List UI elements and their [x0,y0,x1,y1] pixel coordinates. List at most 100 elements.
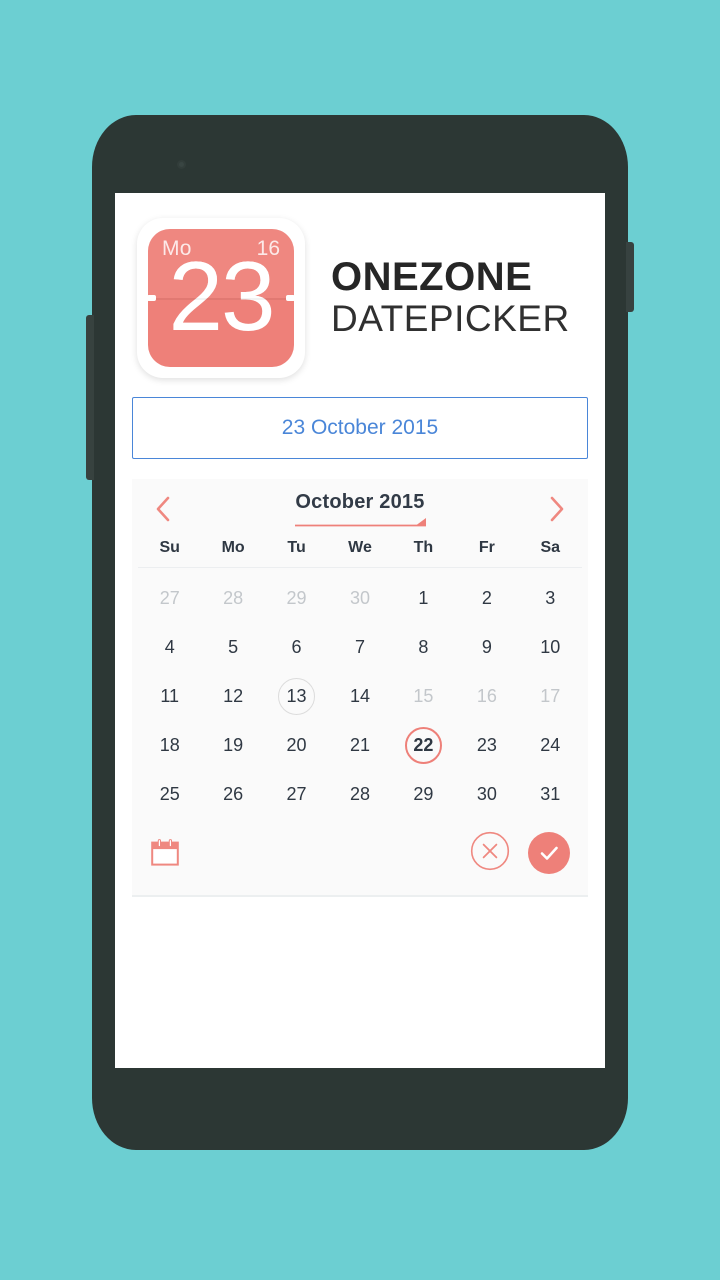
brand-subtitle: DATEPICKER [331,298,570,340]
day-cell[interactable]: 29 [392,770,455,819]
date-field-container: 23 October 2015 [115,385,605,459]
day-cell[interactable]: 24 [519,721,582,770]
day-cell[interactable]: 11 [138,672,201,721]
day-label: 31 [540,784,561,804]
weekday-label: Su [159,539,180,556]
day-label: 7 [354,637,365,657]
day-cell[interactable]: 31 [519,770,582,819]
day-cell[interactable]: 13 [265,672,328,721]
day-label: 23 [476,735,497,755]
day-cell[interactable]: 8 [392,623,455,672]
day-cell[interactable]: 30 [455,770,518,819]
weekday-header: Su Mo Tu We Th Fr Sa [132,539,588,567]
day-label: 16 [476,686,497,706]
day-cell[interactable]: 23 [455,721,518,770]
month-title: October 2015 [295,490,425,513]
day-label: 11 [160,686,180,706]
front-camera-icon [177,160,186,169]
day-label: 1 [418,588,429,608]
day-label: 30 [349,588,370,608]
date-input[interactable]: 23 October 2015 [132,397,588,459]
day-cell[interactable]: 14 [328,672,391,721]
day-cell[interactable]: 2 [455,574,518,623]
day-label: 15 [413,686,434,706]
day-cell[interactable]: 21 [328,721,391,770]
month-title-button[interactable]: October 2015 [182,491,538,528]
phone-frame: Mo 16 23 23 ONEZONE DATEPICKER 23 Octobe… [86,115,634,1150]
day-cell[interactable]: 12 [201,672,264,721]
app-icon: Mo 16 23 23 [148,229,294,367]
chevron-right-icon [550,496,564,522]
day-cell[interactable]: 26 [201,770,264,819]
day-label: 21 [349,735,370,755]
day-cell[interactable]: 25 [138,770,201,819]
day-label: 27 [159,588,180,608]
day-label: 22 [404,727,442,764]
day-cell[interactable]: 10 [519,623,582,672]
chevron-left-icon [156,496,170,522]
weekday-label: Sa [540,539,561,556]
calendar-actions [132,823,588,889]
day-label: 6 [291,637,302,657]
check-circle-icon [540,846,558,860]
calendar-mode-button[interactable] [150,838,180,868]
brand-name: ONEZONE [331,255,533,300]
power-button[interactable] [626,242,634,312]
calendar-panel: October 2015 Su Mo Tu We Th Fr Sa 27 28 … [132,479,588,897]
weekday-label: Fr [478,539,495,556]
day-label: 2 [481,588,492,608]
weekday-label: Mo [221,539,245,556]
next-month-button[interactable] [538,490,576,528]
day-cell[interactable]: 22 [392,721,455,770]
day-label: 30 [476,784,497,804]
day-cell: 17 [519,672,582,721]
day-cell[interactable]: 28 [328,770,391,819]
day-label: 18 [159,735,180,755]
cancel-button[interactable] [470,831,510,876]
day-label: 3 [545,588,556,608]
day-cell[interactable]: 5 [201,623,264,672]
phone-screen: Mo 16 23 23 ONEZONE DATEPICKER 23 Octobe… [115,193,605,1068]
day-cell[interactable]: 19 [201,721,264,770]
day-label: 14 [349,686,370,706]
weekday-label: Th [413,539,434,556]
day-label: 24 [540,735,561,755]
day-label: 9 [481,637,492,657]
day-cell[interactable]: 6 [265,623,328,672]
day-cell[interactable]: 3 [519,574,582,623]
month-title-underline [294,517,426,526]
confirm-button[interactable] [528,832,570,874]
day-label: 25 [159,784,180,804]
day-label: 17 [540,686,561,706]
day-label: 5 [228,637,239,657]
day-cell[interactable]: 1 [392,574,455,623]
day-label: 8 [418,637,429,657]
day-cell[interactable]: 7 [328,623,391,672]
day-label: 27 [286,784,307,804]
calendar-grid: 27 28 29 30 1 2 3 4 5 6 7 8 9 10 11 12 13 14 15 16 17 18 19 20 2… [132,568,588,823]
day-label: 12 [223,686,244,706]
calendar-header: October 2015 [132,479,588,539]
app-icon-notch-right [286,295,294,301]
day-cell[interactable]: 20 [265,721,328,770]
day-cell: 28 [201,574,264,623]
day-label: 29 [286,588,307,608]
app-icon-day-upper: 23 [148,245,294,298]
prev-month-button[interactable] [144,490,182,528]
day-cell: 27 [138,574,201,623]
day-label: 20 [286,735,307,755]
day-cell: 15 [392,672,455,721]
brand-header: Mo 16 23 23 ONEZONE DATEPICKER [115,193,605,385]
day-cell[interactable]: 27 [265,770,328,819]
calendar-icon [151,839,179,866]
day-label: 29 [413,784,434,804]
day-cell[interactable]: 18 [138,721,201,770]
cancel-circle-icon [470,831,510,870]
day-cell[interactable]: 9 [455,623,518,672]
volume-button[interactable] [86,315,94,480]
weekday-label: Tu [287,539,306,556]
app-icon-notch-left [148,295,156,301]
app-icon-card: Mo 16 23 23 [137,218,305,378]
day-label: 10 [540,637,561,657]
day-cell[interactable]: 4 [138,623,201,672]
